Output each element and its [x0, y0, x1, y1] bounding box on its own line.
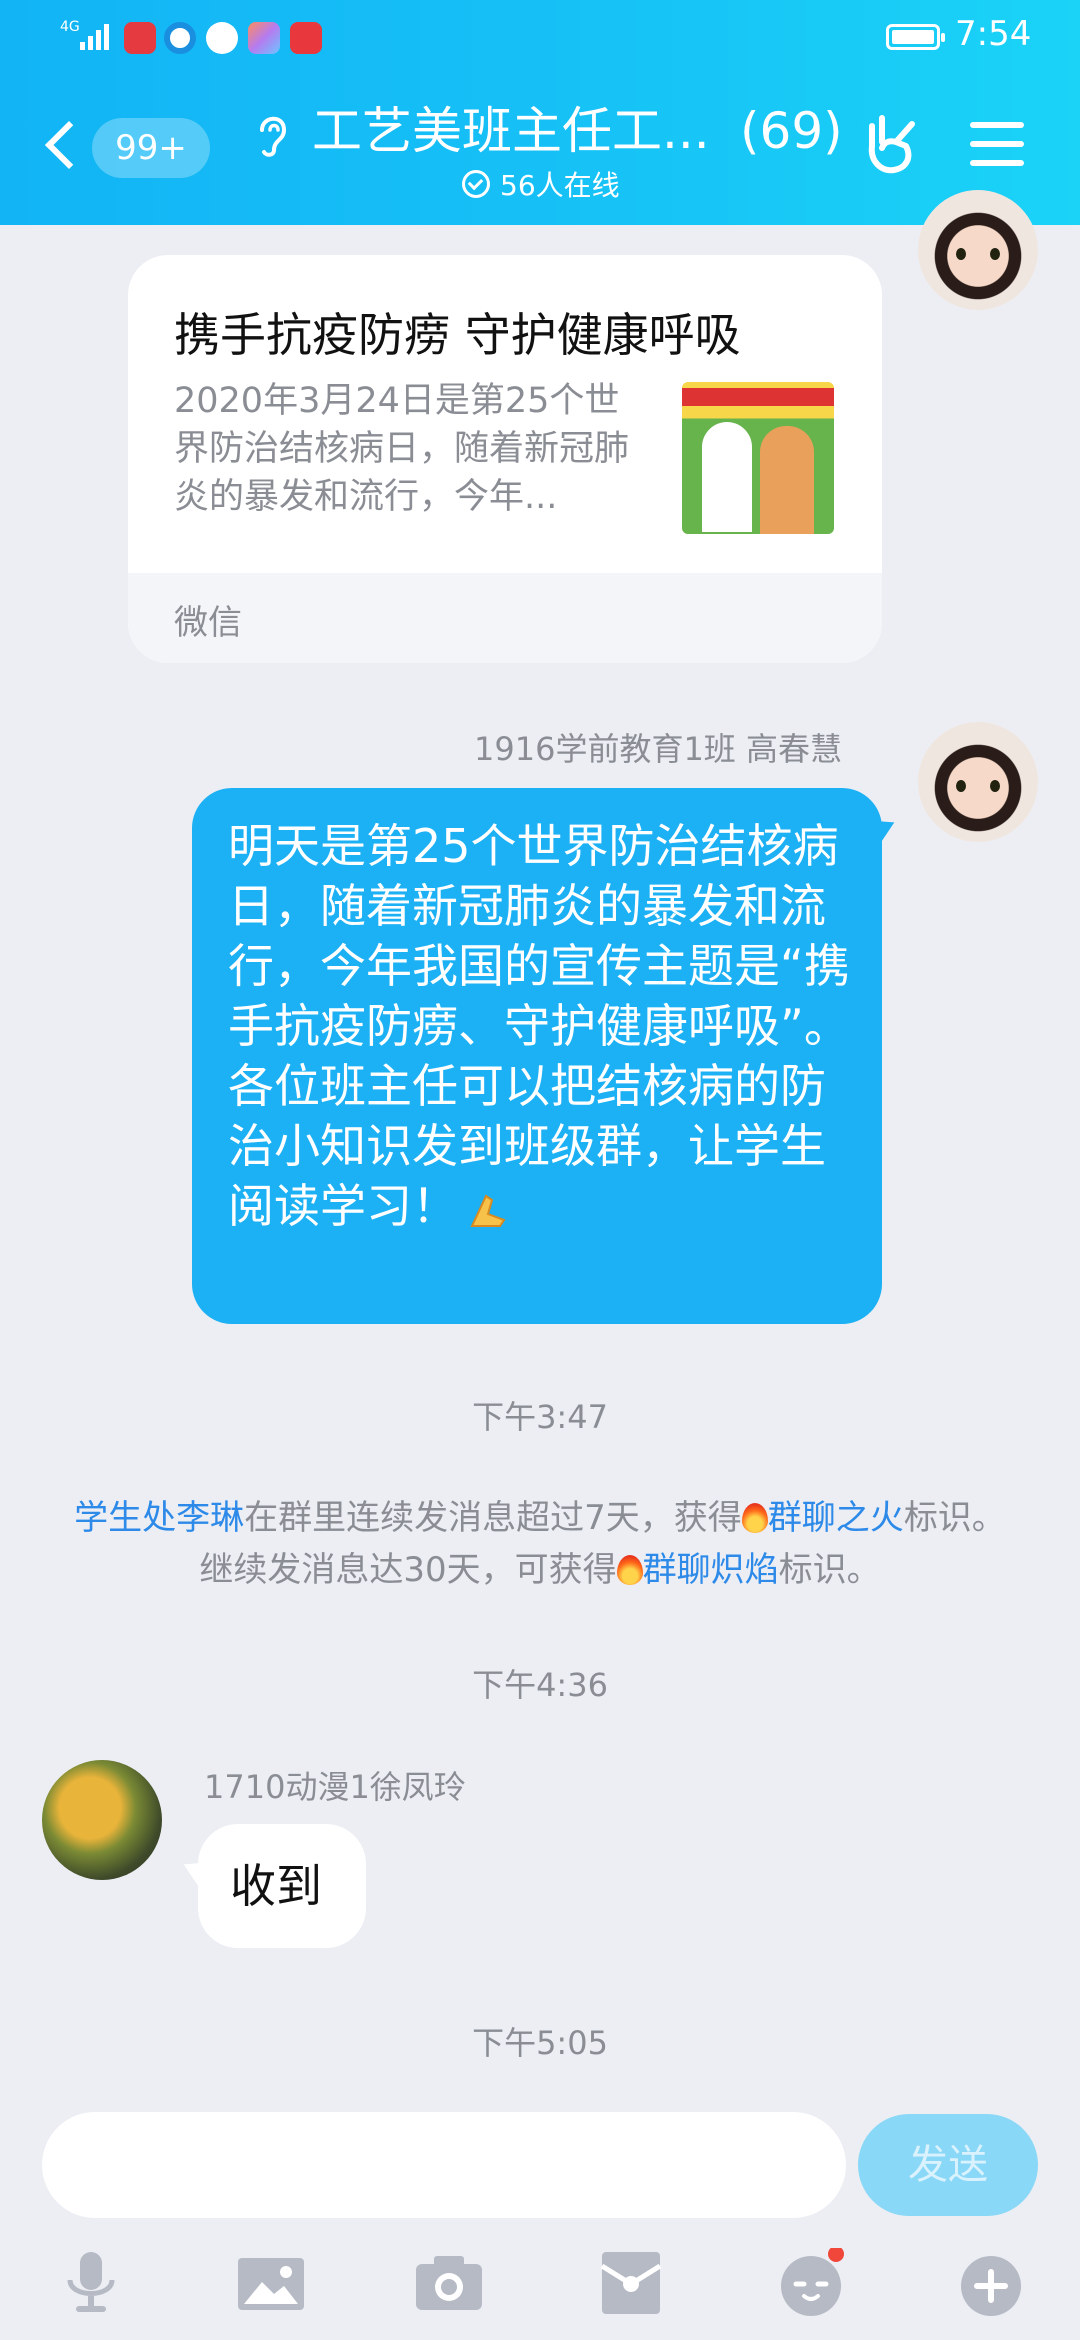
check-circle-icon	[462, 170, 490, 198]
book-app-icon	[124, 22, 156, 54]
online-count: 56人在线	[500, 169, 620, 202]
plus-icon[interactable]	[956, 2248, 1026, 2318]
pray-emoji-icon	[470, 1194, 506, 1227]
message-input[interactable]	[42, 2112, 846, 2218]
card-source: 微信	[174, 603, 242, 643]
message-bubble-outgoing[interactable]: 明天是第25个世界防治结核病日，随着新冠肺炎的暴发和流行，今年我国的宣传主题是“…	[192, 788, 882, 1324]
avatar[interactable]	[918, 722, 1038, 842]
avatar[interactable]	[918, 190, 1038, 310]
unread-badge[interactable]: 99+	[92, 118, 210, 178]
blaze-icon	[616, 1555, 643, 1585]
signal-icon	[80, 22, 114, 50]
card-footer: 微信	[128, 573, 882, 663]
ear-icon[interactable]	[252, 108, 292, 158]
card-description: 2020年3月24日是第25个世界防治结核病日，随着新冠肺炎的暴发和流行，今年.…	[174, 381, 630, 517]
online-status[interactable]: 56人在线	[462, 164, 620, 204]
sender-name: 1710动漫1徐凤玲	[204, 1768, 466, 1806]
camera-icon[interactable]	[414, 2248, 484, 2318]
status-bar: 4G 7:54	[0, 0, 1080, 75]
emoji-icon[interactable]	[776, 2248, 846, 2318]
flame-icon	[741, 1503, 768, 1533]
message-text: 收到	[230, 1859, 322, 1913]
avatar[interactable]	[42, 1760, 162, 1880]
message-bubble-incoming[interactable]: 收到	[198, 1824, 366, 1948]
timestamp: 下午5:05	[472, 2024, 608, 2062]
status-time: 7:54	[955, 14, 1032, 54]
back-button[interactable]	[40, 118, 80, 178]
share-card[interactable]: 携手抗疫防痨 守护健康呼吸 2020年3月24日是第25个世界防治结核病日，随着…	[128, 255, 882, 663]
huawei-store-icon	[290, 22, 322, 54]
member-count[interactable]: (69)	[740, 98, 843, 164]
gallery-app-icon	[248, 22, 280, 54]
menu-icon[interactable]	[970, 122, 1024, 166]
badge-link-blaze[interactable]: 群聊炽焰	[643, 1550, 779, 1590]
system-notice: 学生处李琳在群里连续发消息超过7天，获得 群聊之火标识。继续发消息达30天，可获得…	[74, 1498, 1006, 1590]
chat-header: 4G 7:54 99+ 工艺美班主任工... (69) 56人在线	[0, 0, 1080, 225]
hand-gesture-icon[interactable]	[860, 112, 920, 178]
battery-icon	[886, 24, 945, 50]
sender-name: 1916学前教育1班 高春慧	[474, 730, 842, 768]
compass-app-icon	[164, 22, 196, 54]
message-text: 明天是第25个世界防治结核病日，随着新冠肺炎的暴发和流行，今年我国的宣传主题是“…	[228, 819, 850, 1233]
send-button[interactable]: 发送	[858, 2114, 1038, 2216]
timestamp: 下午3:47	[472, 1398, 608, 1436]
user-link[interactable]: 学生处李琳	[74, 1498, 244, 1538]
card-thumbnail	[682, 382, 834, 534]
card-title: 携手抗疫防痨 守护健康呼吸	[174, 308, 741, 362]
image-icon[interactable]	[236, 2248, 306, 2318]
network-type: 4G	[60, 19, 80, 35]
timestamp: 下午4:36	[472, 1666, 608, 1704]
message-app-icon	[206, 22, 238, 54]
red-packet-icon[interactable]	[596, 2248, 666, 2318]
microphone-icon[interactable]	[56, 2248, 126, 2318]
badge-link-fire[interactable]: 群聊之火	[768, 1498, 904, 1538]
